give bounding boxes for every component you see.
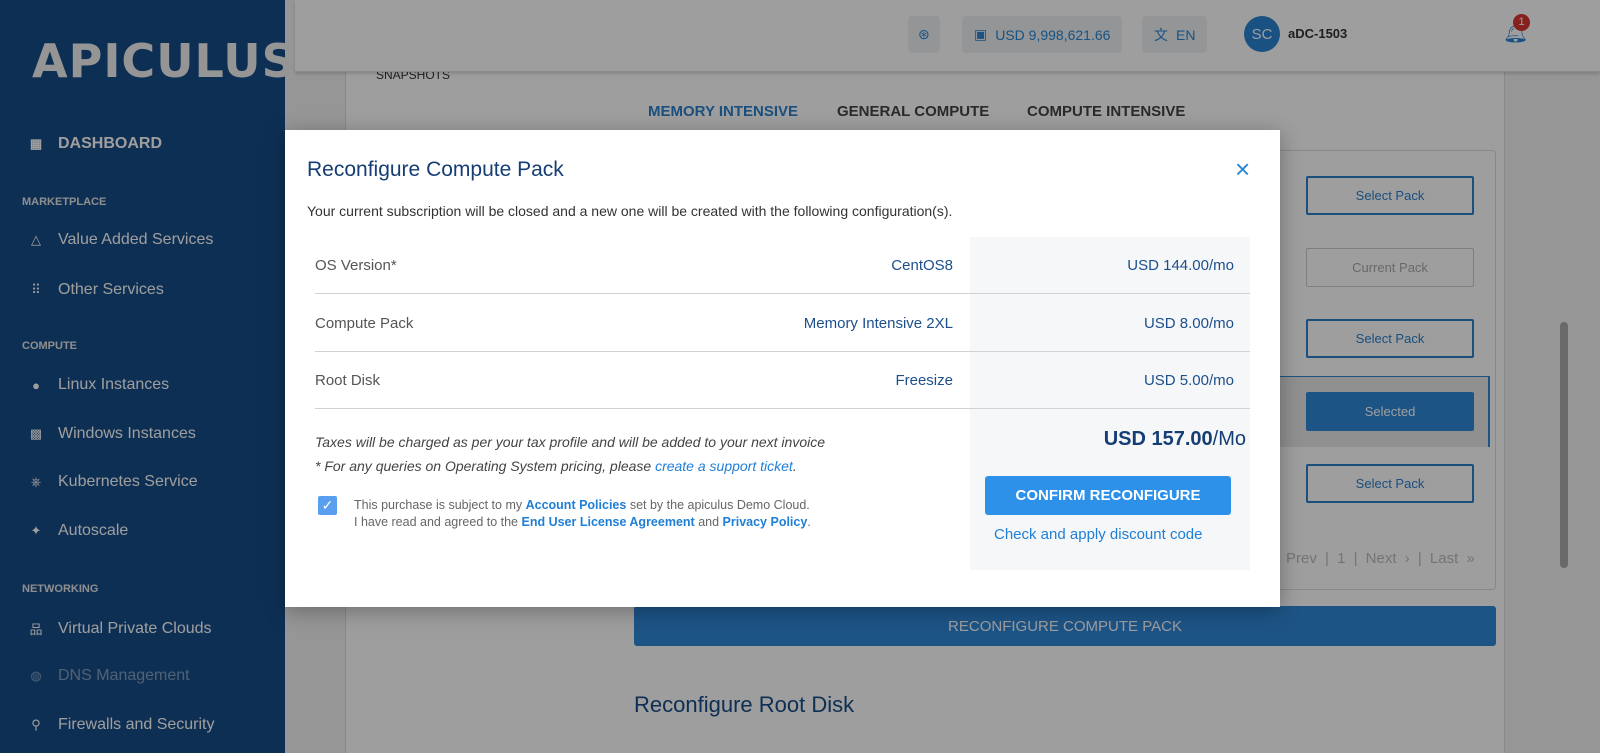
row-value: Memory Intensive 2XL [803,315,953,332]
text: I have read and agreed to the [354,515,522,529]
os-pricing-note: * For any queries on Operating System pr… [315,458,797,474]
config-row-compute-pack: Compute Pack Memory Intensive 2XL USD 8.00… [315,295,1250,352]
note-text: * For any queries on Operating System pr… [315,458,656,474]
confirm-reconfigure-button[interactable]: CONFIRM RECONFIGURE [985,476,1231,515]
total-unit: /Mo [1212,428,1246,450]
agree-checkbox[interactable]: ✓ [318,496,337,515]
text: and [694,515,723,529]
row-price: USD 5.00/mo [1143,372,1234,389]
row-label: OS Version* [315,257,397,274]
modal-title: Reconfigure Compute Pack [307,158,564,181]
support-ticket-link[interactable]: create a support ticket [655,458,793,474]
config-row-os: OS Version* CentOS8 USD 144.00/mo [315,237,1250,294]
total-amount: USD 157.00 [1103,428,1213,450]
row-price: USD 8.00/mo [1143,315,1234,332]
privacy-policy-link[interactable]: Privacy Policy [723,515,808,529]
agreement-text: This purchase is subject to my Account P… [354,498,811,529]
row-value: CentOS8 [891,257,953,274]
row-value: Freesize [895,372,953,389]
row-label: Compute Pack [315,315,414,332]
config-row-root-disk: Root Disk Freesize USD 5.00/mo [315,352,1250,409]
reconfigure-modal: Reconfigure Compute Pack × Your current … [285,130,1280,607]
close-icon[interactable]: × [1235,156,1250,182]
account-policies-link[interactable]: Account Policies [526,498,627,512]
eula-link[interactable]: End User License Agreement [522,515,695,529]
text: set by the apiculus Demo Cloud. [626,498,810,512]
tax-note: Taxes will be charged as per your tax pr… [315,434,825,450]
text: This purchase is subject to my [354,498,526,512]
modal-subtitle: Your current subscription will be closed… [307,203,953,219]
total-price: USD 157.00/Mo [1104,428,1246,451]
row-price: USD 144.00/mo [1127,257,1234,274]
row-label: Root Disk [315,372,381,389]
discount-code-link[interactable]: Check and apply discount code [994,526,1202,543]
